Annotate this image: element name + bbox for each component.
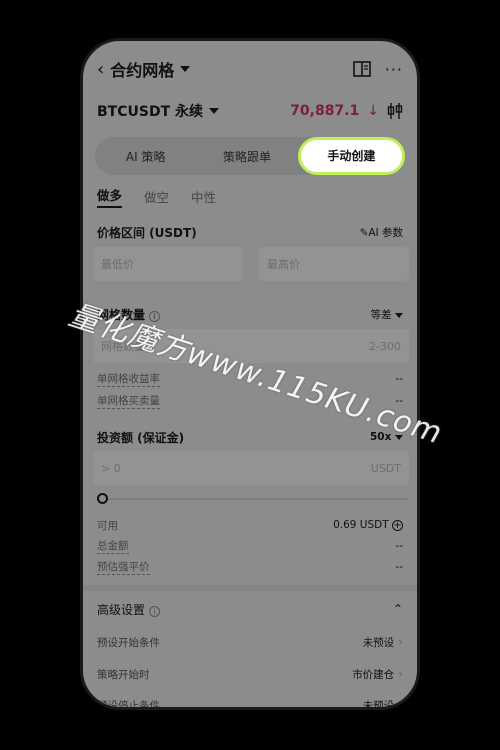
strategy-start-value-wrap: 市价建仓 › [352,667,403,682]
header: ‹ 合约网格 ··· [83,55,417,83]
strategy-start-row[interactable]: 策略开始时 市价建仓 › [83,665,417,683]
investment-label: 投资额 (保证金) [97,430,185,445]
chevron-down-icon[interactable] [180,66,191,72]
advanced-text: 高级设置 [97,602,146,617]
preset-start-value-wrap: 未预设 › [363,635,403,650]
strategy-tabs: AI 策略 策略跟单 手动创建 [95,137,405,175]
subtab-short[interactable]: 做空 [144,187,169,206]
candlestick-icon[interactable] [387,102,403,120]
per-grid-yield-label[interactable]: 单网格收益率 [97,371,160,387]
max-price-input[interactable]: 最高价 [259,247,409,281]
back-icon[interactable]: ‹ [97,59,104,80]
chevron-right-icon: › [398,697,403,710]
pair-row: BTCUSDT 永续 70,887.1 ↓ [83,97,417,125]
max-price-placeholder: 最高价 [267,258,300,271]
book-icon[interactable] [352,61,371,77]
page-title[interactable]: 合约网格 [110,57,174,81]
investment-slider[interactable] [97,493,407,505]
est-liq-value: -- [395,561,403,573]
tab-copy-strategy[interactable]: 策略跟单 [196,148,297,165]
preset-stop-label: 预设停止条件 [97,699,160,710]
price-down-arrow: ↓ [367,103,379,119]
more-icon[interactable]: ··· [385,60,403,79]
pair-selector[interactable]: BTCUSDT 永续 [97,101,219,121]
est-liq-row: 预估强平价 -- [83,559,417,575]
subtab-long[interactable]: 做多 [97,185,123,208]
total-amount-row: 总金额 -- [83,538,417,554]
last-price: 70,887.1 [290,103,360,119]
pair-name: BTCUSDT 永续 [97,104,203,120]
chevron-right-icon: › [398,634,403,649]
grid-mode-select[interactable]: 等差 [371,307,403,322]
price-range-label: 价格区间 (USDT) [97,225,197,240]
ai-params-label: AI 参数 [368,226,403,239]
ai-params-link[interactable]: ✎AI 参数 [360,225,403,240]
min-price-placeholder: 最低价 [101,258,134,271]
advanced-label: 高级设置 i [97,601,161,618]
range-separator: - [248,257,252,270]
info-icon[interactable]: i [149,605,161,617]
preset-stop-value-wrap: 未预设 › [362,697,403,710]
grid-mode-value: 等差 [370,308,392,321]
per-grid-amount-label[interactable]: 单网格买卖量 [97,393,160,409]
min-price-input[interactable]: 最低价 [93,247,243,281]
available-value-wrap: 0.69 USDT + [333,519,403,531]
tab-ai-strategy[interactable]: AI 策略 [95,148,196,165]
strategy-start-value: 市价建仓 [352,668,395,681]
chevron-down-icon [209,108,219,114]
direction-tabs: 做多 做空 中性 [83,185,417,208]
preset-start-label: 预设开始条件 [97,636,160,649]
investment-placeholder: > 0 [101,461,121,475]
available-label: 可用 [97,519,118,532]
subtab-neutral[interactable]: 中性 [191,187,216,206]
price-range-header: 价格区间 (USDT) ✎AI 参数 [83,223,417,241]
slider-track [97,498,407,500]
tab-manual-create[interactable]: 手动创建 [297,137,405,175]
est-liq-label[interactable]: 预估强平价 [97,559,150,575]
advanced-header[interactable]: 高级设置 i ⌃ [83,599,417,619]
strategy-start-label: 策略开始时 [97,668,150,681]
preset-start-row[interactable]: 预设开始条件 未预设 › [83,633,417,651]
section-divider [83,585,417,591]
investment-input[interactable]: > 0 USDT [93,451,409,485]
preset-start-value: 未预设 [362,636,395,649]
available-row: 可用 0.69 USDT + [83,517,417,533]
preset-stop-value: 未预设 [362,699,395,710]
total-amount-label[interactable]: 总金额 [97,538,129,554]
grid-count-range: 2-300 [369,339,401,353]
chevron-down-icon [395,312,403,318]
per-grid-yield-value: -- [395,373,403,385]
chevron-up-icon[interactable]: ⌃ [393,602,403,616]
available-value: 0.69 USDT [333,519,389,531]
investment-unit: USDT [370,461,401,475]
slider-handle[interactable] [97,493,108,504]
preset-stop-row[interactable]: 预设停止条件 未预设 › [83,696,417,710]
total-amount-value: -- [395,540,403,552]
chevron-right-icon: › [398,666,403,681]
add-funds-icon[interactable]: + [392,520,403,531]
